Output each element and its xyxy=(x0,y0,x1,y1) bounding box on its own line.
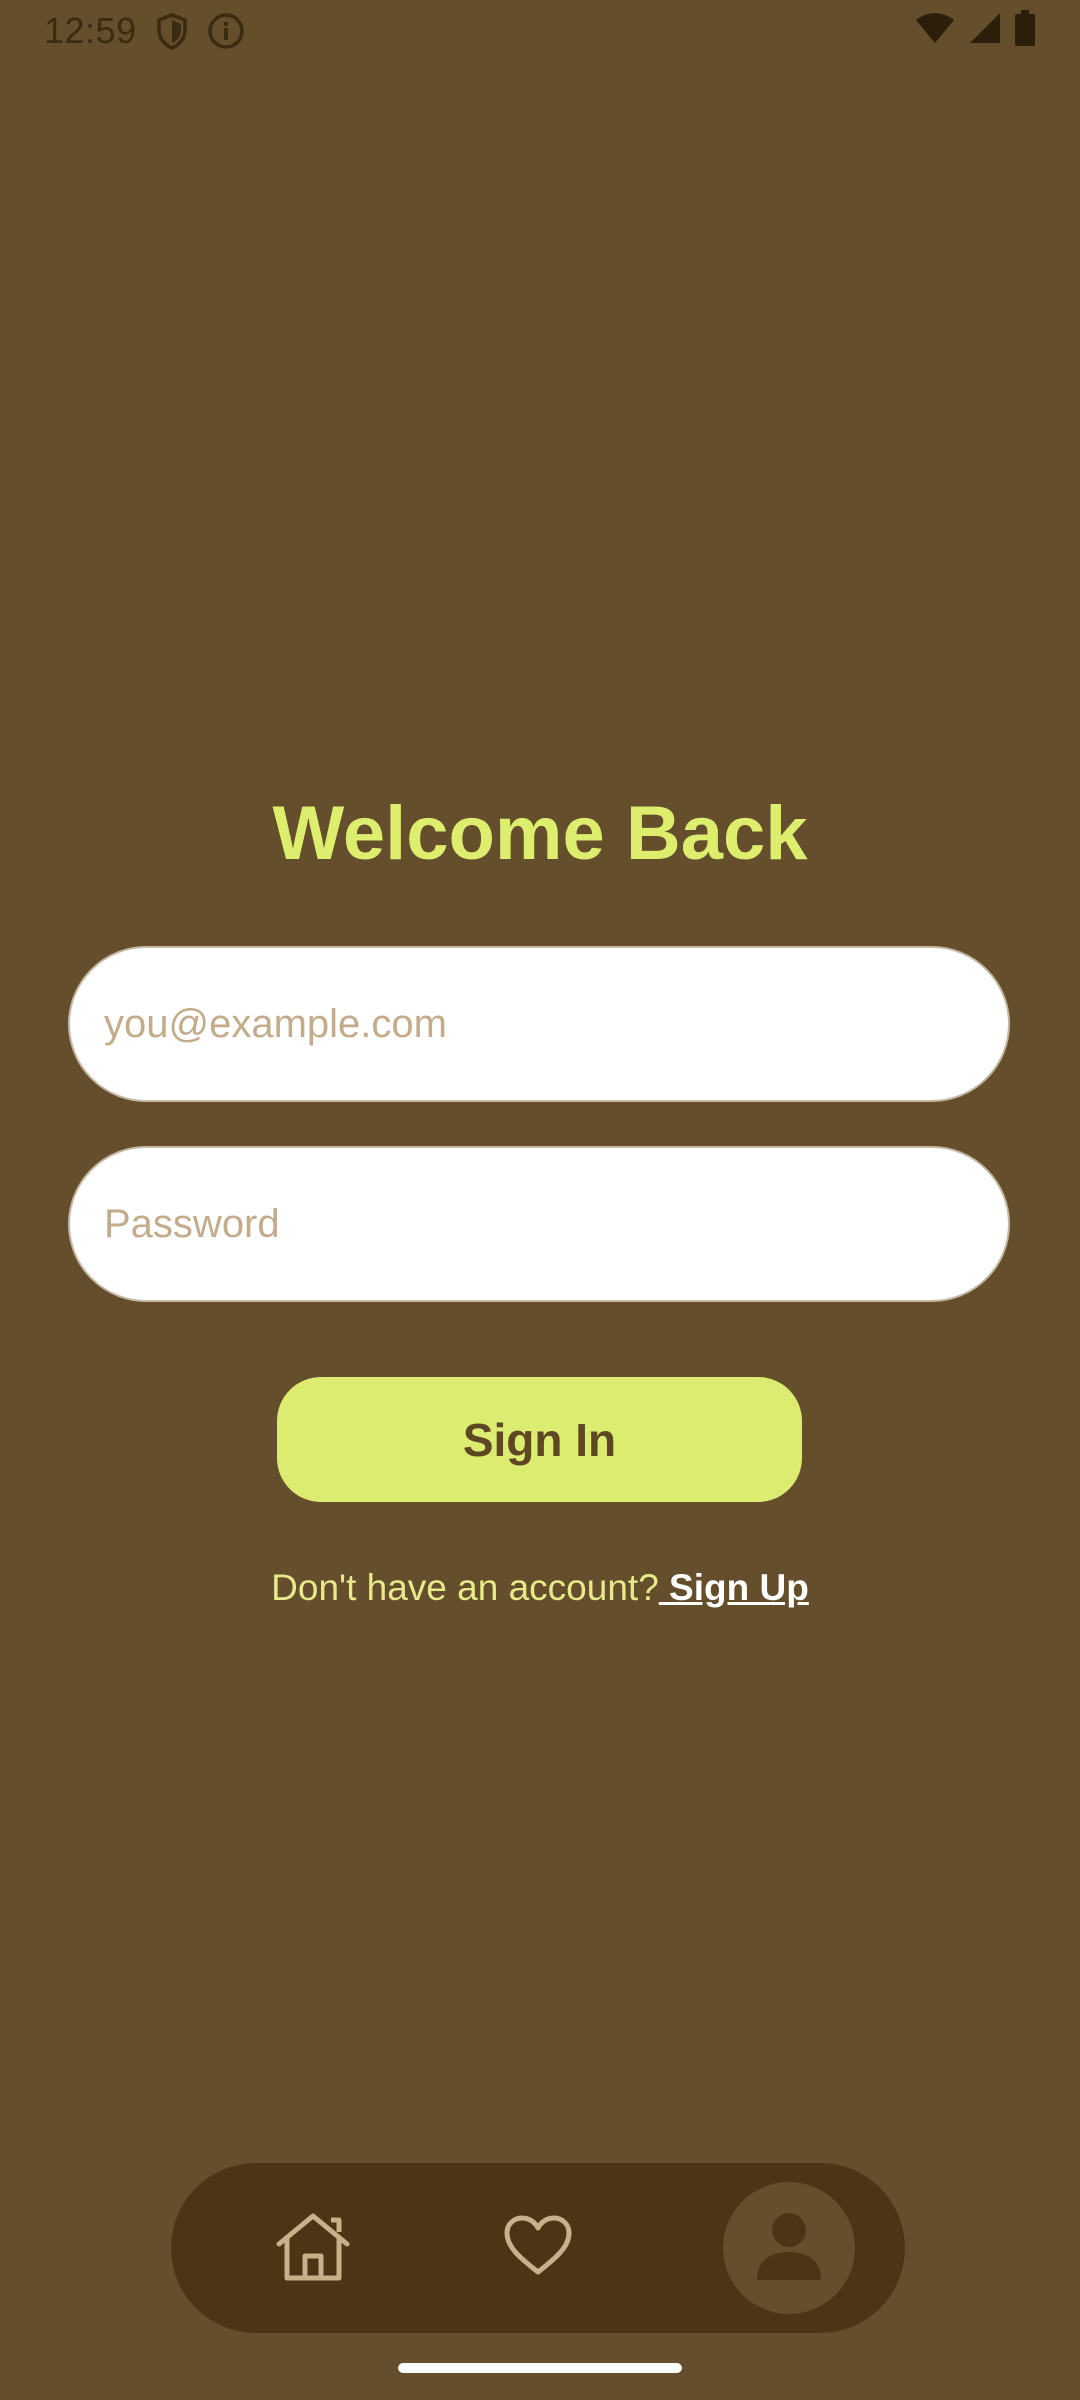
nav-item-profile[interactable] xyxy=(719,2163,859,2333)
sign-in-button[interactable]: Sign In xyxy=(277,1377,802,1502)
battery-icon xyxy=(1014,10,1036,46)
page-title: Welcome Back xyxy=(272,791,808,876)
shield-icon xyxy=(155,12,189,50)
nav-item-home[interactable] xyxy=(243,2163,383,2333)
status-time: 12:59 xyxy=(44,10,137,51)
nav-item-favorites[interactable] xyxy=(468,2163,608,2333)
profile-icon xyxy=(755,2210,823,2287)
profile-active-indicator xyxy=(723,2182,855,2314)
sign-up-link[interactable]: Sign Up xyxy=(659,1567,809,1608)
home-icon xyxy=(273,2210,353,2287)
wifi-icon xyxy=(914,11,956,45)
heart-icon xyxy=(502,2214,574,2283)
signup-prompt-line: Don't have an account? Sign Up xyxy=(0,1567,1080,1609)
signal-icon xyxy=(968,11,1002,45)
bottom-nav xyxy=(171,2163,905,2333)
gesture-bar[interactable] xyxy=(398,2363,682,2373)
status-bar: 12:59 xyxy=(0,0,1080,64)
signup-prompt-text: Don't have an account? xyxy=(271,1567,659,1608)
info-icon xyxy=(207,12,245,50)
password-field[interactable] xyxy=(68,1146,1010,1302)
email-field[interactable] xyxy=(68,946,1010,1102)
status-left: 12:59 xyxy=(44,10,245,52)
status-right xyxy=(914,10,1036,46)
